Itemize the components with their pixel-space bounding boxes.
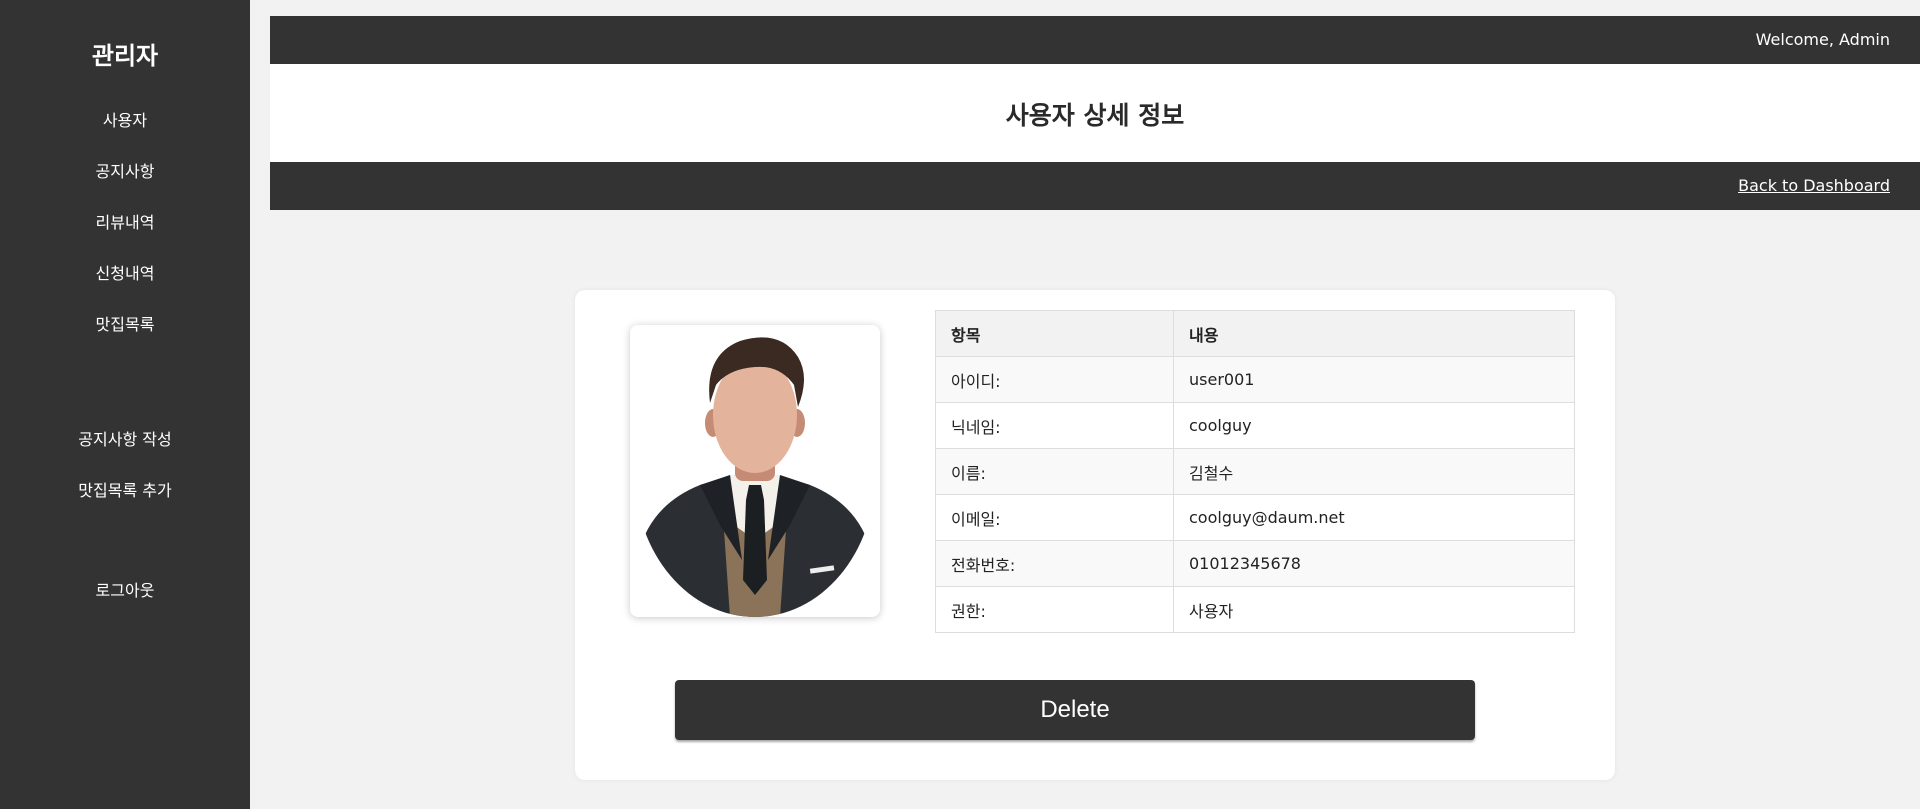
table-row: 권한: 사용자: [935, 586, 1575, 633]
back-to-dashboard-link[interactable]: Back to Dashboard: [1738, 176, 1890, 195]
sidebar-nav: 사용자 공지사항 리뷰내역 신청내역 맛집목록: [0, 95, 250, 350]
top-bar: Welcome, Admin: [270, 16, 1920, 64]
sidebar-item-logout[interactable]: 로그아웃: [0, 565, 250, 616]
user-info-table: 항목 내용 아이디: user001 닉네임: coolguy 이름: 김철수: [935, 310, 1575, 633]
sidebar-item-reviews[interactable]: 리뷰내역: [0, 197, 250, 248]
column-header-field: 항목: [935, 310, 1174, 357]
profile-avatar-icon: [635, 337, 875, 617]
field-label: 이름:: [935, 448, 1174, 495]
sidebar-actions: 공지사항 작성 맛집목록 추가: [0, 414, 250, 516]
field-label: 권한:: [935, 586, 1174, 633]
column-header-value: 내용: [1173, 310, 1575, 357]
field-value: user001: [1173, 356, 1575, 403]
field-value: coolguy: [1173, 402, 1575, 449]
field-value: 01012345678: [1173, 540, 1575, 587]
sidebar-item-applications[interactable]: 신청내역: [0, 248, 250, 299]
avatar: [630, 325, 880, 617]
sidebar-logout-group: 로그아웃: [0, 565, 250, 616]
table-row: 전화번호: 01012345678: [935, 540, 1575, 587]
main-content: Welcome, Admin 사용자 상세 정보 Back to Dashboa…: [250, 0, 1920, 809]
sidebar-item-notices[interactable]: 공지사항: [0, 146, 250, 197]
table-row: 아이디: user001: [935, 356, 1575, 403]
sidebar-item-restaurants[interactable]: 맛집목록: [0, 299, 250, 350]
field-value: 김철수: [1173, 448, 1575, 495]
sidebar-item-write-notice[interactable]: 공지사항 작성: [0, 414, 250, 465]
page-title: 사용자 상세 정보: [1005, 101, 1185, 130]
sidebar-title: 관리자: [91, 42, 159, 70]
field-label: 아이디:: [935, 356, 1174, 403]
sidebar: 관리자 사용자 공지사항 리뷰내역 신청내역 맛집목록 공지사항 작성 맛집목록…: [0, 0, 250, 809]
delete-button[interactable]: Delete: [675, 680, 1475, 740]
link-bar: Back to Dashboard: [270, 162, 1920, 210]
sidebar-item-add-restaurant[interactable]: 맛집목록 추가: [0, 465, 250, 516]
welcome-text: Welcome, Admin: [1755, 30, 1890, 49]
field-label: 전화번호:: [935, 540, 1174, 587]
field-value: coolguy@daum.net: [1173, 494, 1575, 541]
field-label: 이메일:: [935, 494, 1174, 541]
table-header-row: 항목 내용: [935, 310, 1575, 357]
table-row: 이름: 김철수: [935, 448, 1575, 495]
page-header: 사용자 상세 정보: [270, 64, 1920, 162]
field-label: 닉네임:: [935, 402, 1174, 449]
sidebar-item-users[interactable]: 사용자: [0, 95, 250, 146]
user-detail-card: 항목 내용 아이디: user001 닉네임: coolguy 이름: 김철수: [575, 290, 1615, 780]
field-value: 사용자: [1173, 586, 1575, 633]
table-row: 이메일: coolguy@daum.net: [935, 494, 1575, 541]
table-row: 닉네임: coolguy: [935, 402, 1575, 449]
